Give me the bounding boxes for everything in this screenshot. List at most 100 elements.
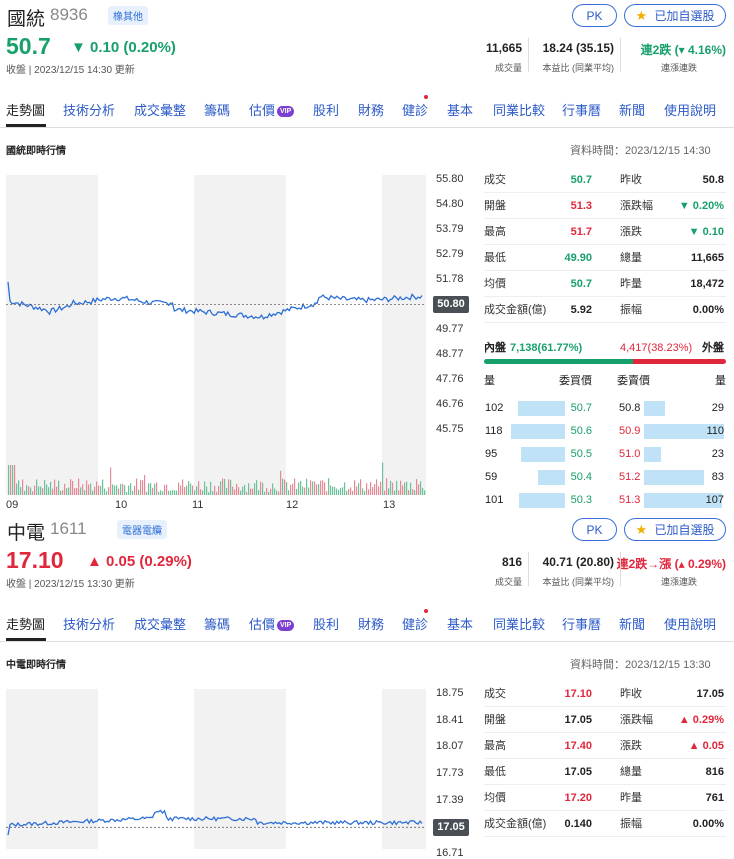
quote-label: 總量 bbox=[620, 766, 642, 778]
orderbook-header: 量 bbox=[715, 375, 726, 387]
volume-bar bbox=[192, 485, 194, 495]
price-change: ▼ 0.10 (0.20%) bbox=[71, 39, 176, 56]
volume-bar bbox=[404, 482, 406, 495]
tab-13[interactable]: 使用說明 bbox=[664, 614, 716, 633]
tab-1[interactable]: 走勢圖 bbox=[6, 614, 45, 633]
volume-bar bbox=[42, 488, 44, 495]
row-divider bbox=[484, 836, 726, 837]
current-price: 50.7 bbox=[6, 33, 51, 59]
volume-bar bbox=[344, 482, 346, 495]
volume-bar bbox=[390, 480, 392, 495]
divider bbox=[528, 552, 529, 586]
volume-bar bbox=[64, 483, 66, 495]
ask-price: 50.9 bbox=[619, 425, 641, 437]
intraday-chart[interactable] bbox=[6, 689, 426, 849]
tab-12[interactable]: 新聞 bbox=[619, 100, 645, 119]
stat-value: 連2跌→漲 (▴ 0.29%) bbox=[616, 557, 726, 571]
volume-bar bbox=[350, 487, 352, 495]
volume-bar bbox=[94, 486, 96, 495]
tab-6[interactable]: 股利 bbox=[313, 100, 339, 119]
tab-3[interactable]: 成交彙整 bbox=[134, 100, 186, 119]
tab-6[interactable]: 股利 bbox=[313, 614, 339, 633]
stock-code: 8936 bbox=[50, 5, 88, 24]
stat-label: 本益比 (同業平均) bbox=[542, 577, 615, 587]
current-price-tag: 17.05 bbox=[433, 819, 469, 837]
y-tick-label: 55.80 bbox=[436, 173, 464, 185]
pk-button[interactable]: PK bbox=[572, 4, 617, 27]
quote-value: 0.140 bbox=[564, 818, 592, 830]
ask-price: 51.3 bbox=[619, 494, 641, 506]
volume-bar bbox=[372, 487, 374, 495]
tab-5[interactable]: 估價 VIP bbox=[249, 100, 295, 119]
quote-label: 成交金額(億) bbox=[484, 818, 547, 830]
volume-bar bbox=[218, 485, 220, 495]
tab-3[interactable]: 成交彙整 bbox=[134, 614, 186, 633]
row-divider bbox=[484, 244, 726, 245]
volume-bar bbox=[84, 490, 86, 495]
volume-bar bbox=[366, 483, 368, 495]
volume-bar bbox=[336, 488, 338, 495]
quote-value: 17.05 bbox=[696, 688, 724, 700]
active-tab-underline bbox=[6, 638, 46, 641]
tab-10[interactable]: 同業比較 bbox=[493, 100, 545, 119]
tab-2[interactable]: 技術分析 bbox=[63, 100, 115, 119]
tab-12[interactable]: 新聞 bbox=[619, 614, 645, 633]
tab-5[interactable]: 估價 VIP bbox=[249, 614, 295, 633]
volume-bar bbox=[362, 488, 364, 495]
tab-1[interactable]: 走勢圖 bbox=[6, 100, 45, 119]
industry-tag[interactable]: 橡其他 bbox=[108, 6, 148, 25]
volume-bar bbox=[324, 482, 326, 495]
notification-dot bbox=[424, 609, 428, 613]
tab-label: 基本 bbox=[447, 617, 474, 632]
tab-11[interactable]: 行事曆 bbox=[562, 614, 601, 633]
volume-bar bbox=[86, 480, 88, 495]
volume-bar bbox=[188, 481, 190, 495]
ask-volume: 29 bbox=[711, 402, 724, 414]
intraday-chart[interactable] bbox=[6, 175, 428, 495]
volume-bar bbox=[302, 486, 304, 495]
volume-bar bbox=[394, 490, 396, 495]
tab-7[interactable]: 財務 bbox=[358, 614, 384, 633]
bid-price: 50.5 bbox=[570, 448, 592, 460]
tab-10[interactable]: 同業比較 bbox=[493, 614, 545, 633]
bid-price: 50.7 bbox=[570, 402, 592, 414]
volume-bar bbox=[288, 490, 290, 495]
pk-button[interactable]: PK bbox=[572, 518, 617, 541]
industry-tag[interactable]: 電器電纜 bbox=[117, 520, 167, 539]
volume-bar bbox=[238, 487, 240, 495]
tab-7[interactable]: 財務 bbox=[358, 100, 384, 119]
tab-2[interactable]: 技術分析 bbox=[63, 614, 115, 633]
quote-label: 昨量 bbox=[620, 278, 642, 290]
tab-4[interactable]: 籌碼 bbox=[204, 614, 230, 633]
stat-label: 成交量 bbox=[494, 63, 522, 73]
volume-bar bbox=[400, 480, 402, 495]
outer-ratio-bar bbox=[633, 359, 726, 364]
tab-8[interactable]: 健診 bbox=[402, 100, 428, 119]
ask-volume-bar bbox=[644, 470, 704, 485]
tab-9[interactable]: 基本 bbox=[447, 614, 473, 633]
volume-bar bbox=[398, 490, 400, 495]
volume-bar bbox=[256, 480, 258, 495]
volume-bar bbox=[38, 486, 40, 495]
quote-label: 總量 bbox=[620, 252, 642, 264]
volume-bar bbox=[338, 489, 340, 495]
stat-label: 連漲連跌 bbox=[660, 63, 697, 73]
tab-8[interactable]: 健診 bbox=[402, 614, 428, 633]
tab-11[interactable]: 行事曆 bbox=[562, 100, 601, 119]
watchlist-label: 已加自選股 bbox=[654, 9, 715, 23]
row-divider bbox=[484, 192, 726, 193]
tab-13[interactable]: 使用說明 bbox=[664, 100, 716, 119]
watchlist-button[interactable]: ★ 已加自選股 bbox=[624, 518, 726, 541]
volume-bar bbox=[22, 479, 24, 495]
current-price-tag: 50.80 bbox=[433, 296, 469, 314]
tab-label: 使用說明 bbox=[664, 617, 717, 632]
tab-4[interactable]: 籌碼 bbox=[204, 100, 230, 119]
volume-bar bbox=[126, 491, 128, 495]
watchlist-button[interactable]: ★ 已加自選股 bbox=[624, 4, 726, 27]
stock-name: 中電 bbox=[7, 523, 46, 544]
tab-label: 健診 bbox=[402, 103, 429, 118]
tab-9[interactable]: 基本 bbox=[447, 100, 473, 119]
volume-bar bbox=[152, 487, 154, 495]
y-tick-label: 16.71 bbox=[436, 847, 464, 859]
price-line-chart bbox=[6, 175, 428, 495]
